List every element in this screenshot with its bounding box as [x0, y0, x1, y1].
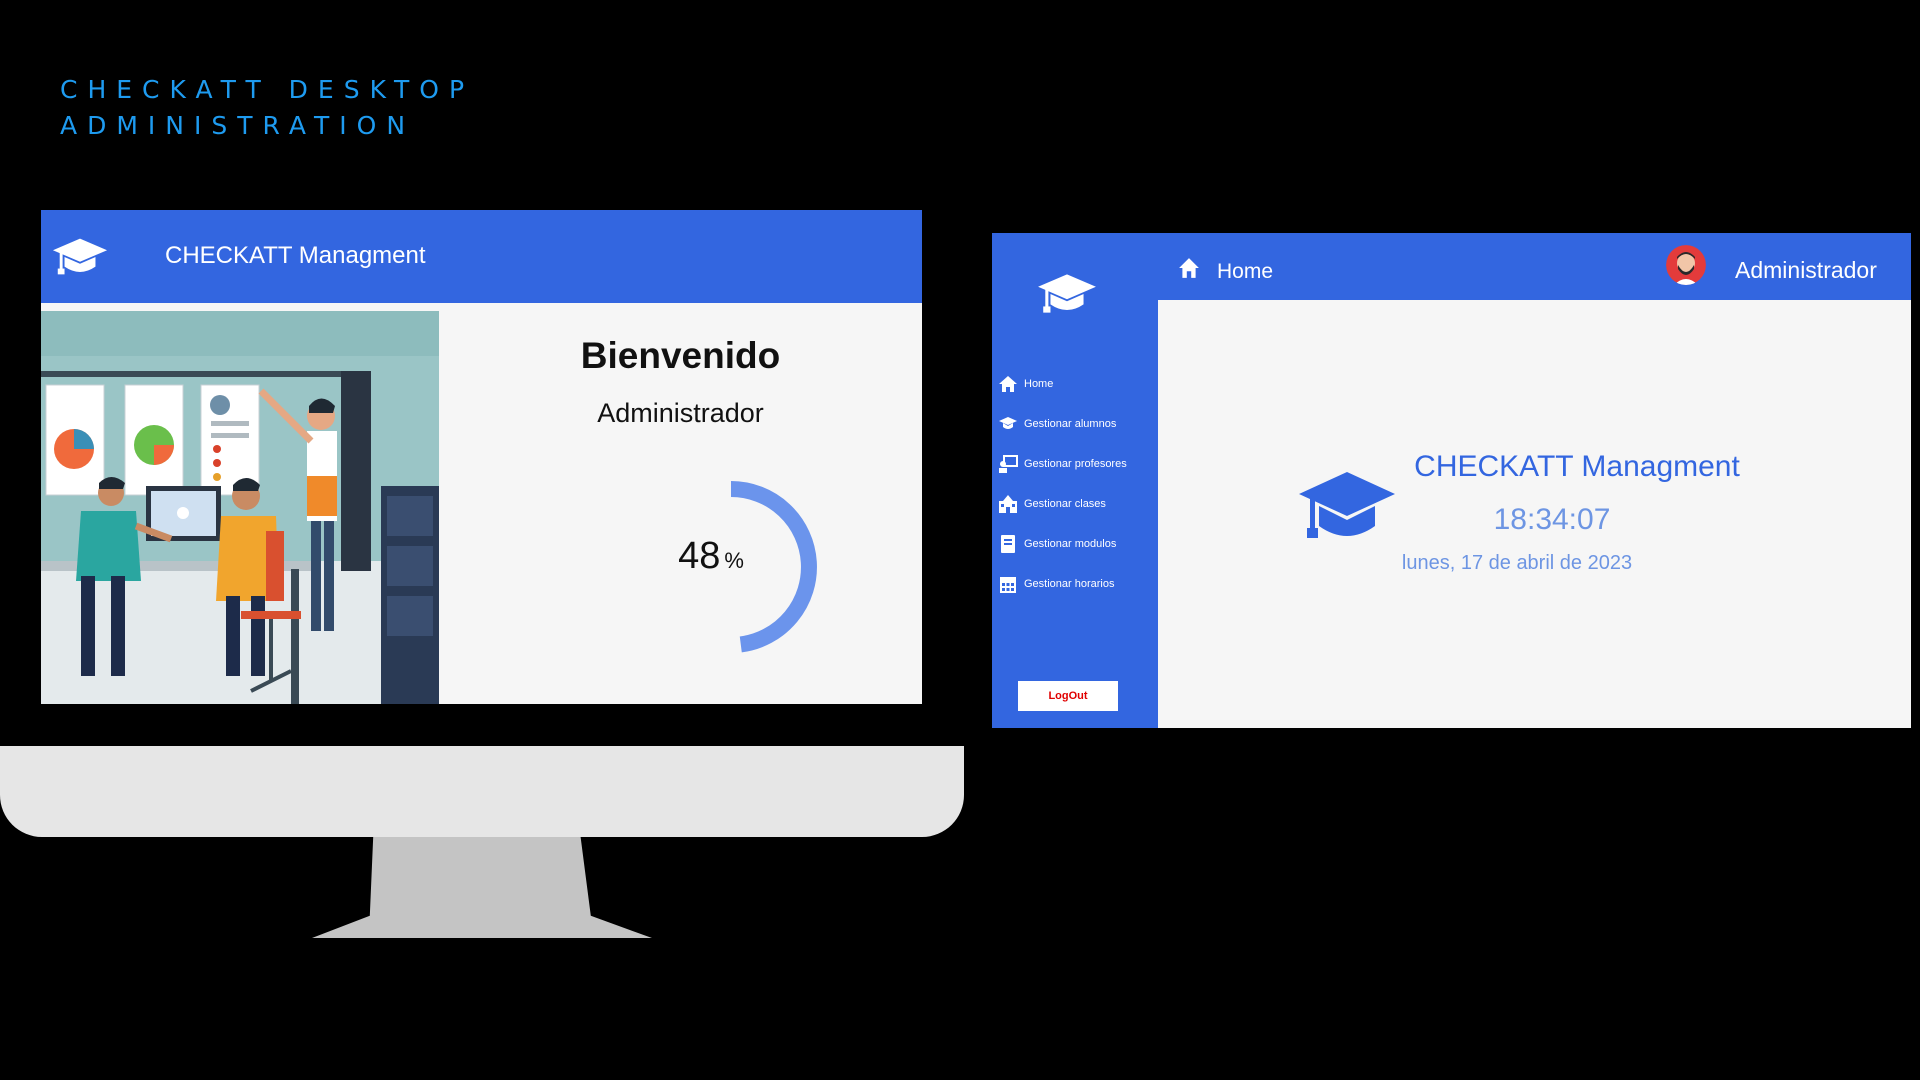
sidebar-item-label: Gestionar modulos — [1024, 538, 1117, 550]
sidebar-item-label: Gestionar clases — [1024, 498, 1106, 510]
school-building-icon — [999, 495, 1017, 513]
sidebar-item-label: Gestionar profesores — [1024, 458, 1127, 470]
current-date: lunes, 17 de abril de 2023 — [1401, 552, 1633, 574]
user-name[interactable]: Administrador — [1735, 257, 1877, 284]
dashboard-window: Home Gestionar alumnos Gestionar profeso… — [992, 233, 1911, 728]
home-icon — [999, 376, 1017, 392]
graduation-cap-icon — [999, 417, 1017, 429]
breadcrumb[interactable]: Home — [1217, 260, 1273, 284]
sidebar-item-gestionar-clases[interactable]: Gestionar clases — [998, 492, 1106, 516]
welcome-heading: Bienvenido — [580, 335, 781, 376]
graduation-cap-icon — [52, 238, 108, 275]
teacher-board-icon — [999, 455, 1018, 473]
login-screen: CHECKATT Managment Bienvenido Administra… — [41, 210, 922, 704]
avatar[interactable] — [1666, 245, 1706, 285]
sidebar-item-gestionar-horarios[interactable]: Gestionar horarios — [998, 572, 1115, 596]
sidebar-item-gestionar-profesores[interactable]: Gestionar profesores — [998, 452, 1127, 476]
app-title: CHECKATT Managment — [165, 242, 426, 269]
graduation-cap-icon — [1299, 472, 1395, 538]
sidebar-item-label: Gestionar alumnos — [1024, 418, 1117, 430]
sidebar-item-home[interactable]: Home — [998, 372, 1053, 396]
clock: 18:34:07 — [1493, 503, 1611, 536]
progress-unit: % — [724, 548, 744, 573]
sidebar-item-label: Home — [1024, 378, 1054, 390]
progress-value: 48% — [651, 535, 771, 578]
graduation-cap-icon — [1038, 274, 1096, 313]
user-avatar-icon — [1666, 245, 1706, 285]
sidebar-item-label: Gestionar horarios — [1024, 578, 1115, 590]
sidebar-item-gestionar-modulos[interactable]: Gestionar modulos — [998, 532, 1116, 556]
app-name: CHECKATT Managment — [1414, 450, 1740, 483]
slide-title: CHECKATT DESKTOP ADMINISTRATION — [60, 72, 474, 144]
calendar-icon — [1000, 577, 1016, 593]
office-team-illustration — [41, 311, 439, 704]
welcome-user-name: Administrador — [597, 398, 764, 428]
monitor-stand — [312, 837, 652, 938]
presentation-slide: CHECKATT DESKTOP ADMINISTRATION CHECKATT… — [0, 0, 1920, 1080]
slide-title-line-1: CHECKATT DESKTOP — [60, 75, 475, 104]
top-bar: Home Administrador — [1158, 233, 1911, 300]
login-header: CHECKATT Managment — [41, 210, 922, 303]
monitor-chin — [0, 746, 964, 837]
logout-button[interactable]: LogOut — [1018, 681, 1118, 711]
book-icon — [1001, 535, 1015, 553]
progress-number: 48 — [678, 535, 721, 577]
sidebar: Home Gestionar alumnos Gestionar profeso… — [992, 233, 1158, 728]
slide-title-line-2: ADMINISTRATION — [60, 111, 416, 140]
sidebar-item-gestionar-alumnos[interactable]: Gestionar alumnos — [998, 412, 1116, 436]
home-icon[interactable] — [1177, 257, 1201, 279]
